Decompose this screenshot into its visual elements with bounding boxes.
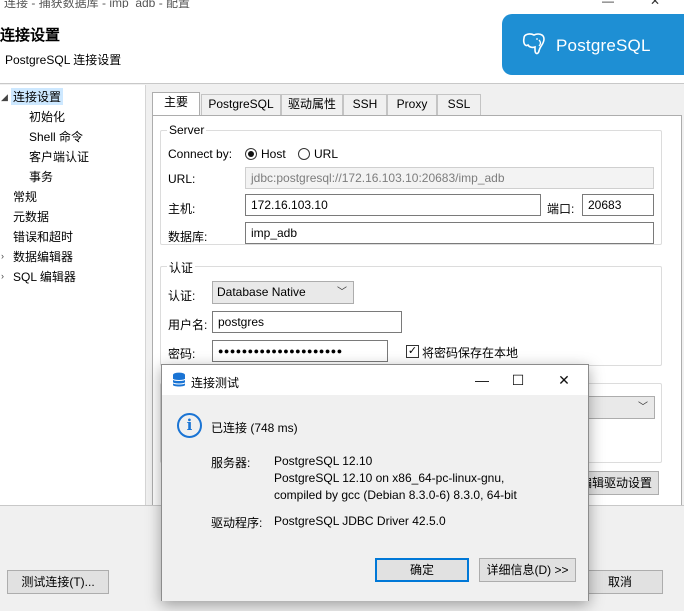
chevron-right-icon[interactable]: › — [1, 251, 4, 261]
connect-by-label: Connect by: — [168, 147, 233, 161]
test-connection-button[interactable]: 测试连接(T)... — [7, 570, 109, 594]
logo-text: PostgreSQL — [556, 36, 651, 55]
port-label: 端口: — [547, 202, 575, 216]
window-titlebar: 连接 - 捕获数据库 - imp_adb - 配置 — ✕ — [0, 0, 684, 8]
nav-item-metadata[interactable]: 元数据 — [13, 208, 49, 225]
tab-ssh[interactable]: SSH — [343, 94, 387, 115]
close-icon[interactable]: ✕ — [554, 370, 574, 390]
driver-select[interactable]: ﹀ — [583, 396, 655, 419]
dialog-footer: 确定 详细信息(D) >> — [162, 543, 588, 601]
nav-item-sql-editor[interactable]: SQL 编辑器 — [13, 268, 76, 285]
host-field[interactable]: 172.16.103.10 — [245, 194, 541, 216]
connection-test-dialog: 连接测试 — ☐ ✕ i 已连接 (748 ms) 服务器: PostgreSQ… — [161, 364, 589, 601]
dialog-header: 连接设置 PostgreSQL 连接设置 PostgreSQL — [0, 8, 684, 84]
database-label: 数据库: — [168, 230, 208, 244]
postgresql-logo: PostgreSQL — [502, 14, 684, 75]
nav-item-errors[interactable]: 错误和超时 — [13, 228, 73, 245]
cancel-button[interactable]: 取消 — [577, 570, 663, 594]
chevron-down-icon: ﹀ — [638, 402, 648, 413]
tab-main[interactable]: 主要 — [152, 92, 200, 115]
maximize-icon[interactable]: ☐ — [508, 370, 528, 390]
tab-proxy[interactable]: Proxy — [387, 94, 437, 115]
dialog-title: 连接测试 — [191, 376, 240, 390]
nav-item-client-auth[interactable]: 客户端认证 — [29, 148, 89, 165]
nav-item-general[interactable]: 常规 — [13, 188, 37, 205]
tab-ssl[interactable]: SSL — [437, 94, 481, 115]
nav-item-connection[interactable]: 连接设置 — [11, 88, 64, 105]
database-field[interactable]: imp_adb — [245, 222, 654, 244]
dialog-titlebar: 连接测试 — ☐ ✕ — [162, 365, 588, 395]
details-button[interactable]: 详细信息(D) >> — [479, 558, 576, 582]
connection-status: 已连接 (748 ms) — [211, 421, 298, 435]
username-label: 用户名: — [168, 318, 208, 332]
url-field: jdbc:postgresql://172.16.103.10:20683/im… — [245, 167, 654, 189]
url-label: URL: — [168, 172, 196, 186]
chevron-right-icon[interactable]: › — [1, 271, 4, 281]
auth-method-value: Database Native — [217, 285, 306, 299]
save-password-checkbox[interactable]: ✓ — [406, 345, 419, 358]
settings-nav: ◢ 连接设置 初始化 Shell 命令 客户端认证 事务 常规 元数据 错误和超… — [0, 85, 146, 505]
host-radio[interactable] — [245, 148, 257, 160]
nav-item-init[interactable]: 初始化 — [29, 108, 65, 125]
tab-postgresql[interactable]: PostgreSQL — [201, 94, 281, 115]
nav-item-data-editor[interactable]: 数据编辑器 — [13, 248, 73, 265]
host-radio-label[interactable]: Host — [261, 147, 286, 161]
server-value-line2: PostgreSQL 12.10 on x86_64-pc-linux-gnu, — [274, 471, 505, 485]
nav-item-shell[interactable]: Shell 命令 — [29, 128, 83, 145]
url-radio[interactable] — [298, 148, 310, 160]
ok-button[interactable]: 确定 — [375, 558, 469, 582]
close-icon[interactable]: ✕ — [650, 0, 660, 8]
server-value-line3: compiled by gcc (Debian 8.3.0-6) 8.3.0, … — [274, 488, 517, 502]
server-group-title: Server — [167, 123, 207, 137]
minimize-icon[interactable]: — — [602, 0, 614, 8]
auth-method-select[interactable]: Database Native ﹀ — [212, 281, 354, 304]
auth-label: 认证: — [168, 289, 196, 303]
driver-label: 驱动程序: — [211, 516, 263, 530]
save-password-label[interactable]: 将密码保存在本地 — [422, 344, 518, 361]
url-radio-label[interactable]: URL — [314, 147, 338, 161]
elephant-icon — [522, 33, 545, 55]
host-label: 主机: — [168, 202, 196, 216]
server-value-line1: PostgreSQL 12.10 — [274, 454, 373, 468]
info-icon: i — [177, 413, 202, 438]
password-label: 密码: — [168, 347, 196, 361]
driver-value: PostgreSQL JDBC Driver 42.5.0 — [274, 514, 446, 528]
page-subtitle: PostgreSQL 连接设置 — [5, 53, 122, 67]
chevron-down-icon[interactable]: ◢ — [1, 92, 8, 103]
chevron-down-icon: ﹀ — [337, 287, 347, 298]
nav-item-transaction[interactable]: 事务 — [29, 168, 53, 185]
server-label: 服务器: — [211, 456, 251, 470]
database-icon — [172, 372, 186, 387]
username-field[interactable]: postgres — [212, 311, 402, 333]
port-field[interactable]: 20683 — [582, 194, 654, 216]
window-title: 连接 - 捕获数据库 - imp_adb - 配置 — [4, 0, 191, 8]
minimize-icon[interactable]: — — [472, 370, 492, 390]
page-title: 连接设置 — [0, 27, 61, 44]
auth-group-title: 认证 — [167, 259, 196, 276]
tab-driver-properties[interactable]: 驱动属性 — [281, 94, 343, 115]
password-field[interactable]: ●●●●●●●●●●●●●●●●●●●●● — [212, 340, 388, 362]
